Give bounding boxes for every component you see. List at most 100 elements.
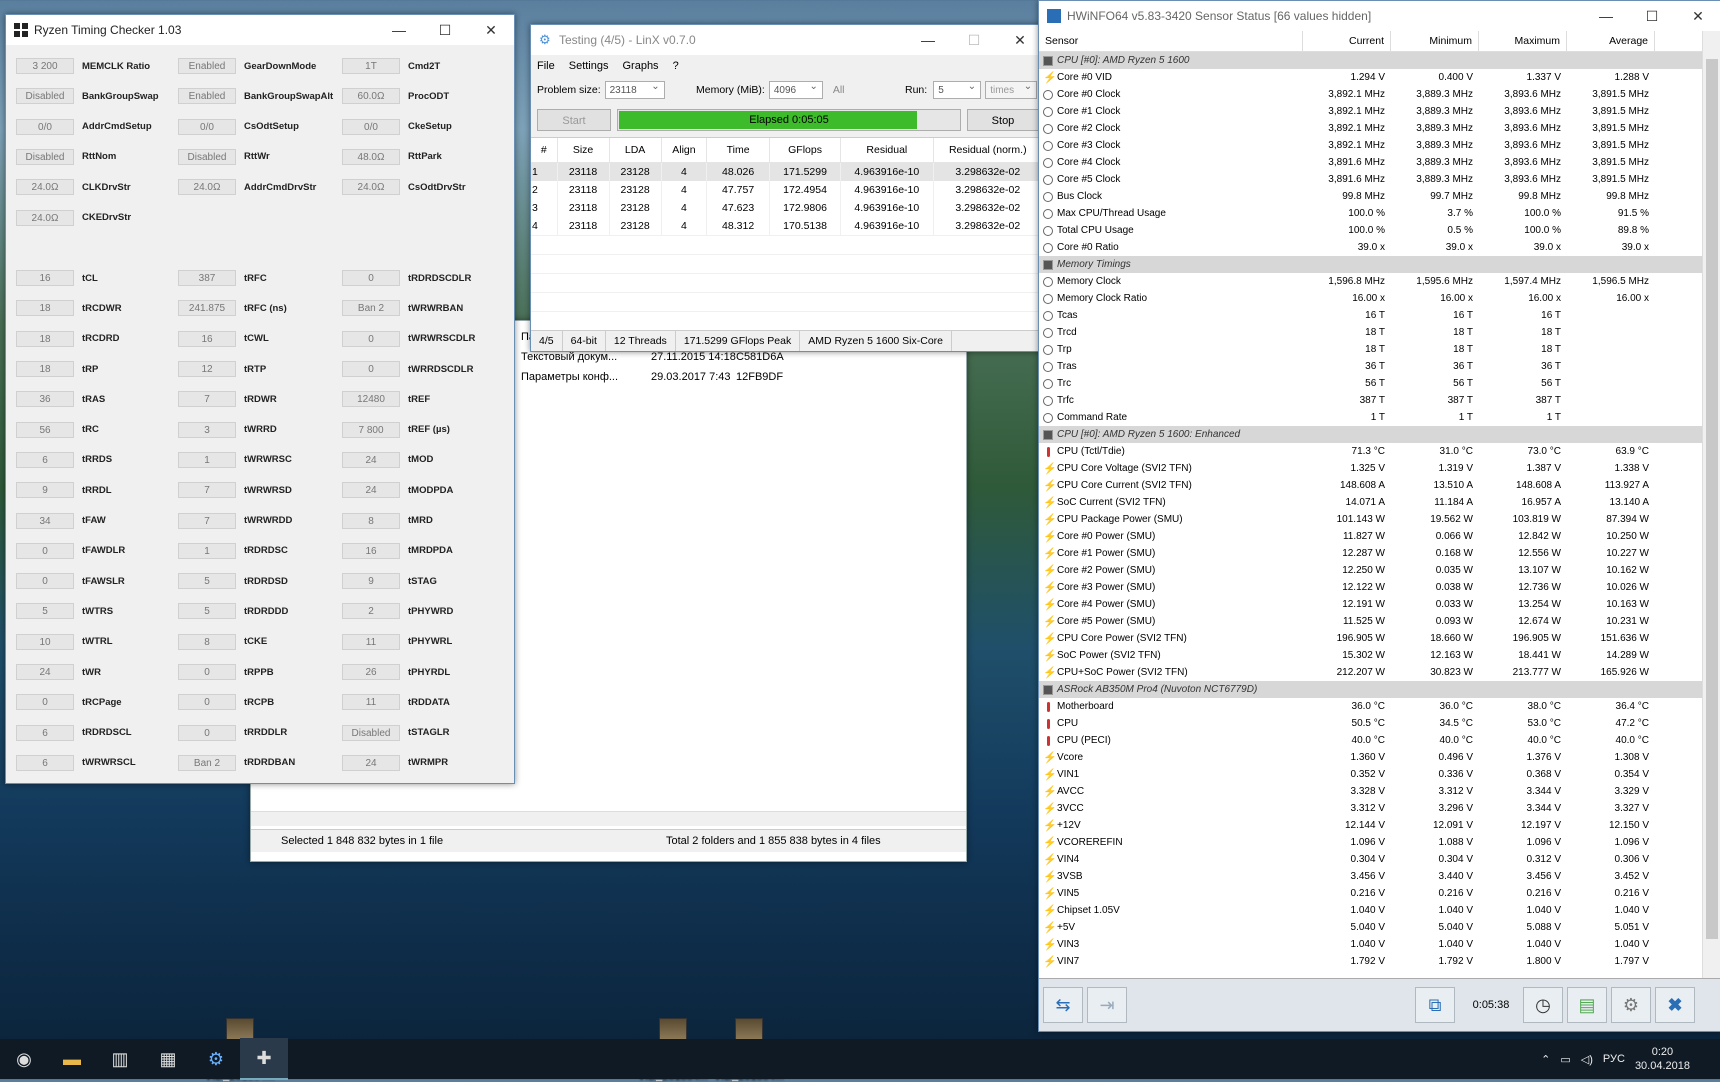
sensor-row[interactable]: Trcd 18 T 18 T 18 T <box>1039 324 1703 341</box>
col-average[interactable]: Average <box>1567 31 1655 51</box>
sensor-row[interactable]: Bus Clock 99.8 MHz 99.7 MHz 99.8 MHz 99.8 MH… <box>1039 188 1703 205</box>
sensor-row[interactable]: CPU (PECI) 40.0 °C 40.0 °C 40.0 °C 40.0 °C <box>1039 732 1703 749</box>
sensor-row[interactable]: ⚡ VIN7 1.792 V 1.792 V 1.800 V 1.797 V <box>1039 953 1703 970</box>
sensor-group-header[interactable]: ASRock AB350M Pro4 (Nuvoton NCT6779D) <box>1039 681 1703 698</box>
close-icon[interactable]: ✕ <box>468 22 514 39</box>
sensor-group-header[interactable]: CPU [#0]: AMD Ryzen 5 1600 <box>1039 52 1703 69</box>
ryzen-timing-checker-window[interactable]: Ryzen Timing Checker 1.03 — ☐ ✕ 3 200 MEM… <box>5 14 515 784</box>
table-row[interactable]: 4 23118 23128 4 48.312 170.5138 4.963916e-10 3.… <box>531 217 1043 236</box>
close-icon[interactable]: ✖ <box>1655 987 1695 1023</box>
sensor-row[interactable]: Memory Clock 1,596.8 MHz 1,595.6 MHz 1,597.… <box>1039 273 1703 290</box>
sensor-row[interactable]: ⚡ CPU Core Power (SVI2 TFN) 196.905 W 18.66… <box>1039 630 1703 647</box>
hwinfo-taskbar-icon[interactable]: ▥ <box>96 1039 144 1079</box>
sensor-row[interactable]: ⚡ CPU Package Power (SMU) 101.143 W 19.562 … <box>1039 511 1703 528</box>
sensor-row[interactable]: ⚡ 3VSB 3.456 V 3.440 V 3.456 V 3.452 V <box>1039 868 1703 885</box>
sensor-row[interactable]: ⚡ Core #5 Power (SMU) 11.525 W 0.093 W 12.67… <box>1039 613 1703 630</box>
menu-help[interactable]: ? <box>673 60 679 72</box>
sensor-row[interactable]: Core #1 Clock 3,892.1 MHz 3,889.3 MHz 3,893… <box>1039 103 1703 120</box>
all-checkbox[interactable]: All <box>833 84 845 96</box>
column-header[interactable]: LDA <box>609 138 662 163</box>
maximize-icon[interactable]: ☐ <box>1629 8 1675 25</box>
sensor-row[interactable]: ⚡ Core #3 Power (SMU) 12.122 W 0.038 W 12.73… <box>1039 579 1703 596</box>
chevron-up-icon[interactable]: ⌃ <box>1541 1053 1550 1066</box>
column-header[interactable]: GFlops <box>769 138 842 163</box>
sensor-row[interactable]: ⚡ Core #4 Power (SMU) 12.191 W 0.033 W 13.25… <box>1039 596 1703 613</box>
vertical-scrollbar[interactable] <box>1702 31 1720 979</box>
menu-settings[interactable]: Settings <box>569 60 609 72</box>
table-row[interactable]: 3 23118 23128 4 47.623 172.9806 4.963916e-10 3.… <box>531 199 1043 217</box>
column-header[interactable]: Align <box>661 138 708 163</box>
sensor-row[interactable]: Total CPU Usage 100.0 % 0.5 % 100.0 % 89.8 % <box>1039 222 1703 239</box>
sensor-row[interactable]: ⚡ Core #0 Power (SMU) 11.827 W 0.066 W 12.84… <box>1039 528 1703 545</box>
ryzen-timing-taskbar-icon[interactable]: ✚ <box>240 1038 288 1080</box>
sensor-row[interactable]: ⚡ CPU Core Voltage (SVI2 TFN) 1.325 V 1.319… <box>1039 460 1703 477</box>
column-header[interactable]: Residual (norm.) <box>933 138 1043 163</box>
folder-icon[interactable]: ▬ <box>48 1039 96 1079</box>
sensor-row[interactable]: ⚡ VIN1 0.352 V 0.336 V 0.368 V 0.354 V <box>1039 766 1703 783</box>
arrow-collapse-icon[interactable]: ⇥ <box>1087 987 1127 1023</box>
close-icon[interactable]: ✕ <box>997 32 1043 49</box>
sensor-row[interactable]: ⚡ AVCC 3.328 V 3.312 V 3.344 V 3.329 V <box>1039 783 1703 800</box>
close-icon[interactable]: ✕ <box>1675 8 1720 25</box>
sensor-row[interactable]: ⚡ VCOREREFIN 1.096 V 1.088 V 1.096 V 1.096 V <box>1039 834 1703 851</box>
linx-titlebar[interactable]: ⚙ Testing (4/5) - LinX v0.7.0 — ☐ ✕ <box>531 25 1043 55</box>
network-icon[interactable]: ▭ <box>1560 1053 1570 1066</box>
sensor-row[interactable]: Tcas 16 T 16 T 16 T <box>1039 307 1703 324</box>
sensor-row[interactable]: Core #0 Clock 3,892.1 MHz 3,889.3 MHz 3,893… <box>1039 86 1703 103</box>
sensor-row[interactable]: ⚡ VIN4 0.304 V 0.304 V 0.312 V 0.306 V <box>1039 851 1703 868</box>
column-header[interactable]: Residual <box>840 138 934 163</box>
sensor-row[interactable]: ⚡ Vcore 1.360 V 0.496 V 1.376 V 1.308 V <box>1039 749 1703 766</box>
sensor-row[interactable]: Tras 36 T 36 T 36 T <box>1039 358 1703 375</box>
sensor-row[interactable]: Command Rate 1 T 1 T 1 T <box>1039 409 1703 426</box>
stop-button[interactable]: Stop <box>967 109 1039 131</box>
minimize-icon[interactable]: — <box>1583 8 1629 24</box>
column-header[interactable]: Size <box>557 138 610 163</box>
menu-file[interactable]: File <box>537 60 555 72</box>
sensor-group-header[interactable]: Memory Timings <box>1039 256 1703 273</box>
maximize-icon[interactable]: ☐ <box>951 32 997 49</box>
sensor-row[interactable]: ⚡ Core #1 Power (SMU) 12.287 W 0.168 W 12.55… <box>1039 545 1703 562</box>
sensor-row[interactable]: ⚡ CPU+SoC Power (SVI2 TFN) 212.207 W 30.823… <box>1039 664 1703 681</box>
sensor-row[interactable]: CPU (Tctl/Tdie) 71.3 °C 31.0 °C 73.0 °C 63.9… <box>1039 443 1703 460</box>
sensor-row[interactable]: ⚡ VIN3 1.040 V 1.040 V 1.040 V 1.040 V <box>1039 936 1703 953</box>
sensor-group-header[interactable]: CPU [#0]: AMD Ryzen 5 1600: Enhanced <box>1039 426 1703 443</box>
table-row[interactable]: 2 23118 23128 4 47.757 172.4954 4.963916e-10 3.… <box>531 181 1043 199</box>
col-maximum[interactable]: Maximum <box>1479 31 1567 51</box>
sensor-row[interactable]: Max CPU/Thread Usage 100.0 % 3.7 % 100.0 % 9… <box>1039 205 1703 222</box>
problem-size-select[interactable]: 23118 <box>604 78 665 99</box>
sensor-row[interactable]: Core #0 Ratio 39.0 x 39.0 x 39.0 x 39.0 x <box>1039 239 1703 256</box>
rtc-titlebar[interactable]: Ryzen Timing Checker 1.03 — ☐ ✕ <box>6 15 514 45</box>
sensor-row[interactable]: Core #4 Clock 3,891.6 MHz 3,889.3 MHz 3,893… <box>1039 154 1703 171</box>
minimize-icon[interactable]: — <box>905 32 951 48</box>
sensor-row[interactable]: Trfc 387 T 387 T 387 T <box>1039 392 1703 409</box>
memory-select[interactable]: 4096 <box>768 78 823 99</box>
sensor-row[interactable]: ⚡ SoC Power (SVI2 TFN) 15.302 W 12.163 W 18.… <box>1039 647 1703 664</box>
col-minimum[interactable]: Minimum <box>1391 31 1479 51</box>
sensor-row[interactable]: ⚡ Chipset 1.05V 1.040 V 1.040 V 1.040 V 1.040… <box>1039 902 1703 919</box>
col-current[interactable]: Current <box>1303 31 1391 51</box>
table-row[interactable]: 1 23118 23128 4 48.026 171.5299 4.963916e-10 3.… <box>531 162 1043 181</box>
sensor-row[interactable]: ⚡ VIN5 0.216 V 0.216 V 0.216 V 0.216 V <box>1039 885 1703 902</box>
gear-icon[interactable]: ⚙ <box>192 1039 240 1079</box>
run-unit-select[interactable]: times <box>985 78 1038 99</box>
minimize-icon[interactable]: — <box>376 22 422 38</box>
sensor-row[interactable]: ⚡ Core #2 Power (SMU) 12.250 W 0.035 W 13.10… <box>1039 562 1703 579</box>
sensor-row[interactable]: CPU 50.5 °C 34.5 °C 53.0 °C 47.2 °C <box>1039 715 1703 732</box>
monitor-app-icon[interactable]: ▦ <box>144 1039 192 1079</box>
network-icon[interactable]: ⧉ <box>1415 987 1455 1023</box>
start-button[interactable]: Start <box>537 109 611 131</box>
sensor-row[interactable]: ⚡ +12V 12.144 V 12.091 V 12.197 V 12.150 V <box>1039 817 1703 834</box>
language-indicator[interactable]: РУС <box>1603 1053 1625 1065</box>
column-header[interactable]: Time <box>706 138 770 163</box>
sensor-row[interactable]: Trc 56 T 56 T 56 T <box>1039 375 1703 392</box>
tray-clock[interactable]: 0:20 30.04.2018 <box>1635 1045 1690 1073</box>
sensor-row[interactable]: Core #2 Clock 3,892.1 MHz 3,889.3 MHz 3,893… <box>1039 120 1703 137</box>
sensor-row[interactable]: Memory Clock Ratio 16.00 x 16.00 x 16.00 x 1… <box>1039 290 1703 307</box>
clock-icon[interactable]: ◷ <box>1523 987 1563 1023</box>
start-icon[interactable]: ◉ <box>0 1039 48 1079</box>
linx-window[interactable]: ⚙ Testing (4/5) - LinX v0.7.0 — ☐ ✕ File… <box>530 24 1044 352</box>
volume-icon[interactable]: ◁) <box>1581 1053 1593 1066</box>
log-file-icon[interactable]: ▤ <box>1567 987 1607 1023</box>
menu-graphs[interactable]: Graphs <box>622 60 658 72</box>
settings-icon[interactable]: ⚙ <box>1611 987 1651 1023</box>
